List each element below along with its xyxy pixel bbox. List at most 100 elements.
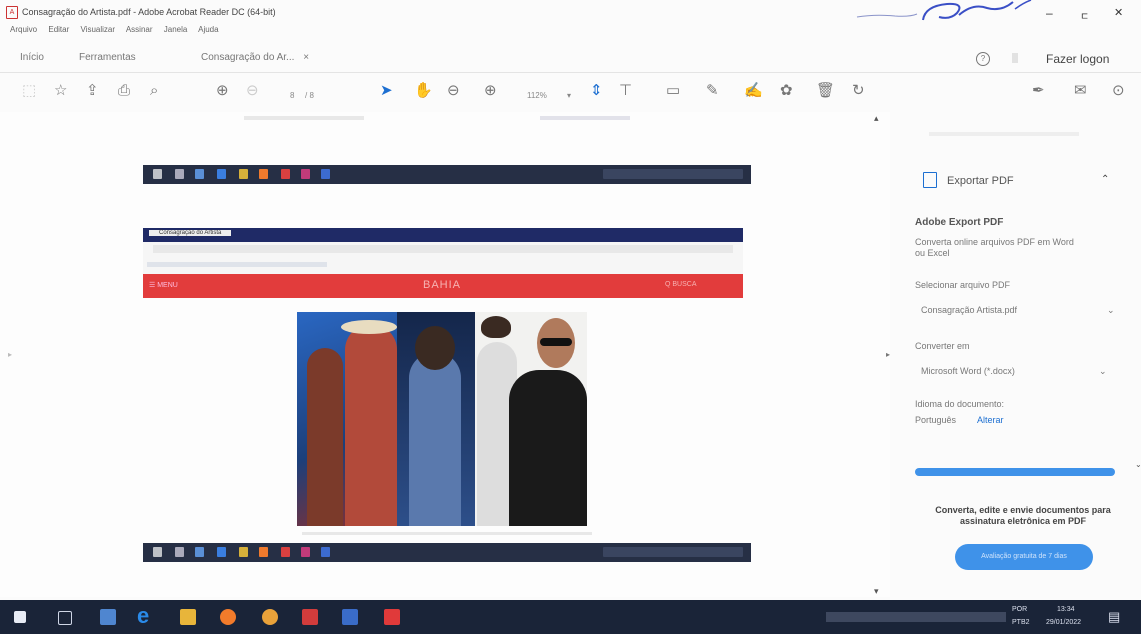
task-view-icon[interactable] xyxy=(58,611,72,625)
panel-scroll-arrow-icon[interactable]: ⌄ xyxy=(1135,460,1141,469)
acrobat-pdf-icon: A xyxy=(6,6,18,19)
bookmark-star-icon[interactable]: ☆ xyxy=(54,82,67,100)
zoom-out-icon[interactable]: ⊖ xyxy=(447,82,460,100)
menu-ajuda[interactable]: Ajuda xyxy=(198,25,218,34)
page-down-icon[interactable]: ⊖ xyxy=(246,82,259,100)
convert-button[interactable] xyxy=(915,468,1115,476)
cloud-upload-icon[interactable]: ⇪ xyxy=(86,82,99,100)
page-total: / 8 xyxy=(305,91,314,100)
menu-janela[interactable]: Janela xyxy=(164,25,188,34)
page-number-input[interactable]: 8 xyxy=(290,87,294,105)
highlight-pen-icon[interactable]: ✎ xyxy=(706,82,719,100)
scan-artifact xyxy=(929,132,1079,136)
edge-browser-icon[interactable]: e xyxy=(137,603,149,629)
notification-bell-icon[interactable] xyxy=(1012,53,1018,63)
clock-date: 29/01/2022 xyxy=(1046,619,1082,626)
word-icon[interactable] xyxy=(342,609,358,625)
tab-home[interactable]: Início xyxy=(20,52,44,63)
restore-button[interactable]: ㄷ xyxy=(1080,8,1089,23)
format-dropdown-chevron-icon[interactable]: ⌄ xyxy=(1099,366,1107,377)
export-pdf-icon xyxy=(923,172,937,188)
toolbar: ⬚ ☆ ⇪ ⎙ ⌕ ⊕ ⊖ 8 / 8 ➤ ✋ ⊖ ⊕ 112% ▾ ⇕ ⊤ ▭… xyxy=(0,74,1141,110)
window-title: Consagração do Artista.pdf - Adobe Acrob… xyxy=(22,7,276,17)
pdf-embedded-taskbar-bottom xyxy=(143,543,751,562)
tab-close-icon[interactable]: × xyxy=(303,52,309,63)
chevron-up-icon[interactable]: ⌃ xyxy=(1101,174,1109,185)
windows-start-icon[interactable] xyxy=(14,611,26,623)
convert-format-dropdown[interactable]: Microsoft Word (*.docx) xyxy=(921,366,1015,376)
free-trial-button[interactable]: Avaliação gratuita de 7 dias xyxy=(955,544,1093,570)
tab-document[interactable]: Consagração do Ar... × xyxy=(201,52,309,63)
export-pdf-title[interactable]: Exportar PDF xyxy=(947,175,1014,187)
select-file-label: Selecionar arquivo PDF xyxy=(915,280,1011,290)
acrobat-icon[interactable] xyxy=(302,609,318,625)
fill-sign-icon[interactable]: ✒ xyxy=(1032,82,1045,100)
more-tools-icon[interactable]: ⊙ xyxy=(1112,82,1125,100)
selected-file-dropdown[interactable]: Consagração Artista.pdf xyxy=(921,305,1017,315)
pdf-embedded-taskbar-top xyxy=(143,165,751,184)
free-trial-button-label: Avaliação gratuita de 7 dias xyxy=(981,553,1067,560)
adobe-export-description: Converta online arquivos PDF em Word ou … xyxy=(915,237,1074,258)
firefox-icon[interactable] xyxy=(220,609,236,625)
language-label: Idioma do documento: xyxy=(915,399,1005,409)
menu-assinar[interactable]: Assinar xyxy=(126,25,153,34)
zoom-level-dropdown[interactable]: 112% xyxy=(527,87,547,105)
menu-arquivo[interactable]: Arquivo xyxy=(10,25,37,34)
fit-page-icon[interactable]: ⇕ xyxy=(590,82,603,100)
scroll-mode-icon[interactable]: ⊤ xyxy=(619,82,632,100)
chrome-icon[interactable] xyxy=(262,609,278,625)
scroll-up-arrow-icon[interactable]: ▴ xyxy=(874,113,879,124)
document-viewer[interactable]: ▴ Consagração do Artista ☰ MENU BAHIA Q … xyxy=(0,112,890,597)
site-banner: ☰ MENU BAHIA Q BUSCA xyxy=(143,274,743,298)
rotate-icon[interactable]: ↻ xyxy=(852,82,865,100)
handwritten-signature xyxy=(856,0,1032,21)
minimize-button[interactable]: – xyxy=(1046,6,1053,20)
app-icon-1[interactable] xyxy=(100,609,116,625)
site-menu-button: ☰ MENU xyxy=(149,282,178,289)
stamp-icon[interactable]: ✿ xyxy=(780,82,793,100)
menu-editar[interactable]: Editar xyxy=(48,25,69,34)
login-link[interactable]: Fazer logon xyxy=(1046,52,1109,66)
zoom-in-icon[interactable]: ⊕ xyxy=(484,82,497,100)
windows-taskbar: e POR PTB2 13:34 29/01/2022 ▤ xyxy=(0,600,1141,634)
scroll-down-arrow-icon[interactable]: ▾ xyxy=(874,586,879,597)
select-cursor-icon[interactable]: ➤ xyxy=(380,82,393,100)
change-language-link[interactable]: Alterar xyxy=(977,415,1004,425)
menu-bar: Arquivo Editar Visualizar Assinar Janela… xyxy=(10,25,228,37)
pdf-app-icon[interactable] xyxy=(384,609,400,625)
tab-tools[interactable]: Ferramentas xyxy=(79,52,136,63)
page-up-icon[interactable]: ⊕ xyxy=(216,82,229,100)
artist-photo-collage xyxy=(297,312,587,526)
tab-document-label: Consagração do Ar... xyxy=(201,52,295,63)
scan-artifact xyxy=(540,116,630,120)
collapse-left-arrow-icon[interactable]: ▸ xyxy=(8,350,12,359)
clock-time[interactable]: 13:34 xyxy=(1057,606,1075,613)
close-button[interactable]: ✕ xyxy=(1114,6,1123,19)
notifications-icon[interactable]: ▤ xyxy=(1108,609,1120,625)
sidebar-toggle-icon[interactable]: ⬚ xyxy=(22,82,36,100)
signature-pen-icon[interactable]: ✍ xyxy=(744,82,763,100)
mail-icon[interactable]: ✉ xyxy=(1074,82,1087,100)
delete-trash-icon[interactable]: 🗑 xyxy=(816,82,835,100)
language-indicator[interactable]: POR xyxy=(1012,606,1027,613)
help-icon[interactable]: ? xyxy=(976,52,990,66)
language-value: Português xyxy=(915,415,957,425)
site-logo: BAHIA xyxy=(423,279,462,291)
chevron-down-icon[interactable]: ▾ xyxy=(567,87,571,105)
tools-right-panel: Exportar PDF ⌃ Adobe Export PDF Converta… xyxy=(893,112,1141,597)
file-dropdown-chevron-icon[interactable]: ⌄ xyxy=(1107,305,1115,316)
site-search: Q BUSCA xyxy=(665,281,697,288)
menu-visualizar[interactable]: Visualizar xyxy=(81,25,116,34)
print-icon[interactable]: ⎙ xyxy=(118,82,130,100)
pdf-browser-tab: Consagração do Artista xyxy=(149,230,232,236)
hand-tool-icon[interactable]: ✋ xyxy=(414,82,433,100)
scan-artifact xyxy=(244,116,364,120)
comment-icon[interactable]: ▭ xyxy=(666,82,680,100)
promo-text: Converta, edite e envie documentos para … xyxy=(935,505,1111,526)
collapse-right-arrow-icon[interactable]: ▸ xyxy=(886,350,890,359)
scan-artifact xyxy=(302,532,592,535)
adobe-export-pdf-heading: Adobe Export PDF xyxy=(915,217,1004,228)
file-explorer-icon[interactable] xyxy=(180,609,196,625)
search-icon[interactable]: ⌕ xyxy=(150,82,158,100)
system-tray-icons[interactable] xyxy=(826,612,1006,622)
